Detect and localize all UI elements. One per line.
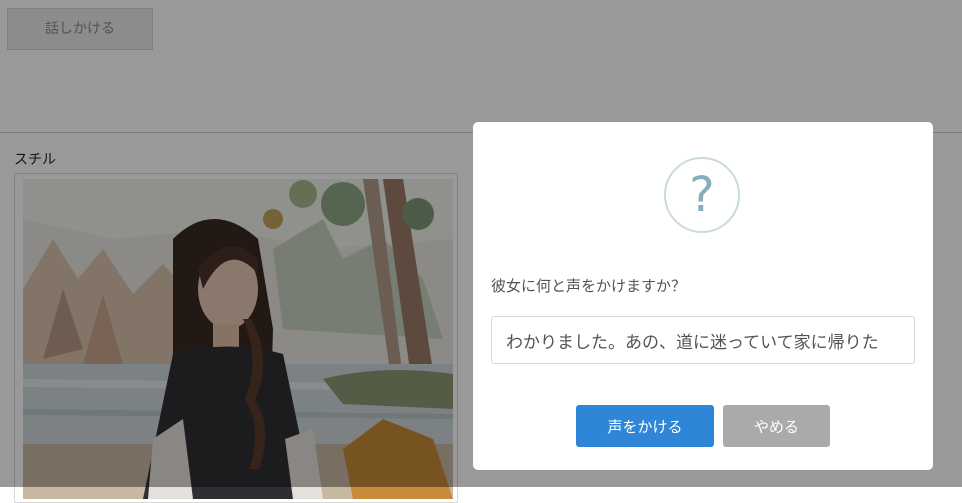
page: 話しかける スチル ? 彼女に何と声をかけますか？ わかりました。あの、道に迷っ…: [0, 0, 962, 503]
message-input[interactable]: [491, 316, 915, 364]
cancel-button[interactable]: やめる: [723, 405, 830, 447]
dialog-prompt: 彼女に何と声をかけますか？: [491, 277, 687, 295]
question-dialog: ? 彼女に何と声をかけますか？ 声をかける やめる: [473, 122, 933, 470]
speak-button[interactable]: 声をかける: [576, 405, 714, 447]
question-icon: ?: [664, 157, 740, 233]
